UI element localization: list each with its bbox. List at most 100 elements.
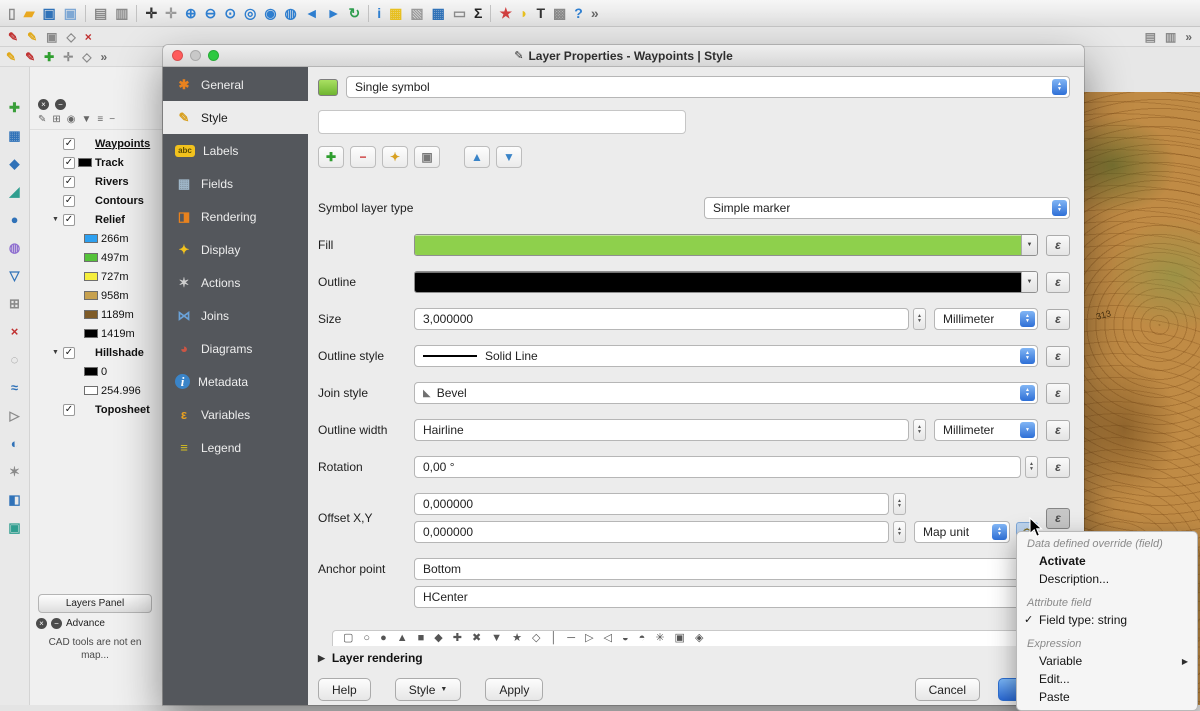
dropdown-arrow-icon[interactable]: ▼: [1021, 235, 1037, 255]
layer-row[interactable]: ▼ ✓ Track: [30, 153, 162, 172]
toolbar-icon[interactable]: »: [591, 6, 599, 20]
menu-item[interactable]: ✓ Expression ▶: [1017, 636, 1197, 652]
symbol-toolbar-button[interactable]: ▲: [464, 146, 490, 168]
join-style-override-button[interactable]: ε: [1046, 383, 1070, 404]
toolbar-icon[interactable]: ▯: [8, 6, 16, 20]
dialog-sidebar-item[interactable]: ✱ General: [163, 68, 308, 101]
toolbar-icon[interactable]: ▤: [1145, 31, 1156, 43]
preset-marker[interactable]: ■: [418, 633, 425, 644]
preset-marker[interactable]: ◓: [639, 633, 646, 644]
toolbar-icon[interactable]: ⊞: [9, 297, 20, 310]
style-menu-button[interactable]: Style ▼: [395, 678, 462, 701]
panel-tool-icon[interactable]: ▼: [82, 115, 92, 125]
size-input[interactable]: 3,000000: [414, 308, 909, 330]
menu-item[interactable]: ✓ Activate ▶: [1017, 552, 1197, 570]
toolbar-icon[interactable]: ▣: [8, 521, 20, 534]
toolbar-icon[interactable]: ◍: [9, 241, 20, 254]
symbol-tree-box[interactable]: [318, 110, 686, 134]
layer-rendering-section[interactable]: ▶ Layer rendering: [318, 651, 1070, 665]
toolbar-icon[interactable]: ▥: [115, 6, 128, 20]
layer-row[interactable]: ▼ ✓ 266m: [30, 229, 162, 248]
rotation-input[interactable]: 0,00 °: [414, 456, 1021, 478]
toolbar-icon[interactable]: ◗: [520, 6, 528, 20]
layer-checkbox[interactable]: ✓: [63, 195, 75, 207]
toolbar-icon[interactable]: [490, 5, 491, 22]
layer-checkbox[interactable]: ✓: [63, 214, 75, 226]
outline-width-override-button[interactable]: ε: [1046, 420, 1070, 441]
dialog-sidebar-item[interactable]: ✎ Style: [163, 101, 308, 134]
spinner-icon[interactable]: ▲▼: [893, 493, 906, 515]
offset-unit-select[interactable]: Map unit ▲▼: [914, 521, 1010, 543]
spinner-icon[interactable]: ▲▼: [913, 419, 926, 441]
outline-width-input[interactable]: Hairline: [414, 419, 909, 441]
dialog-sidebar-item[interactable]: abc Labels: [163, 134, 308, 167]
symbol-toolbar-button[interactable]: ▼: [496, 146, 522, 168]
toolbar-icon[interactable]: ◍: [285, 6, 297, 20]
toolbar-icon[interactable]: [368, 5, 369, 22]
rotation-override-button[interactable]: ε: [1046, 457, 1070, 478]
panel-tool-icon[interactable]: ✎: [38, 115, 46, 125]
expand-arrow-icon[interactable]: ▼: [52, 216, 60, 223]
toolbar-icon[interactable]: ?: [574, 6, 583, 20]
preset-marker[interactable]: ○: [363, 633, 370, 644]
dialog-sidebar-item[interactable]: i Metadata: [163, 365, 308, 398]
outline-style-override-button[interactable]: ε: [1046, 346, 1070, 367]
join-style-select[interactable]: ◣ Bevel ▲▼: [414, 382, 1038, 404]
toolbar-icon[interactable]: »: [100, 51, 107, 63]
layer-row[interactable]: ▼ ✓ 497m: [30, 248, 162, 267]
layer-row[interactable]: ▼ ✓ 1419m: [30, 324, 162, 343]
toolbar-icon[interactable]: ►: [327, 6, 341, 20]
layer-checkbox[interactable]: ✓: [63, 404, 75, 416]
toolbar-icon[interactable]: ✛: [63, 51, 73, 63]
layer-row[interactable]: ▼ ✓ Waypoints: [30, 134, 162, 153]
preset-marker[interactable]: ─: [567, 633, 575, 644]
layer-row[interactable]: ▼ ✓ 727m: [30, 267, 162, 286]
dialog-sidebar-item[interactable]: ✶ Actions: [163, 266, 308, 299]
toolbar-icon[interactable]: ✚: [9, 101, 20, 114]
layer-row[interactable]: ▼ ✓ Rivers: [30, 172, 162, 191]
symbol-toolbar-button[interactable]: −: [350, 146, 376, 168]
toolbar-icon[interactable]: ▤: [94, 6, 107, 20]
dialog-sidebar-item[interactable]: ✦ Display: [163, 233, 308, 266]
layer-row[interactable]: ▼ ✓ 0: [30, 362, 162, 381]
toolbar-icon[interactable]: ▭: [453, 6, 466, 20]
window-control-button[interactable]: [190, 50, 201, 61]
anchor-h-select[interactable]: HCenter ▲▼: [414, 586, 1038, 608]
toolbar-icon[interactable]: ▣: [64, 6, 77, 20]
layer-row[interactable]: ▼ ✓ Relief: [30, 210, 162, 229]
layer-row[interactable]: ▼ ✓ 958m: [30, 286, 162, 305]
panel-undock-icon[interactable]: −: [55, 99, 66, 110]
dialog-sidebar-item[interactable]: ≡ Legend: [163, 431, 308, 464]
help-button[interactable]: Help: [318, 678, 371, 701]
layer-row[interactable]: ▼ ✓ 1189m: [30, 305, 162, 324]
apply-button[interactable]: Apply: [485, 678, 543, 701]
layer-row[interactable]: ▼ ✓ Hillshade: [30, 343, 162, 362]
toolbar-icon[interactable]: ⊕: [185, 6, 197, 20]
offset-override-button[interactable]: ε: [1046, 508, 1070, 529]
disclosure-arrow-icon[interactable]: ▶: [318, 653, 325, 664]
preset-marker[interactable]: ◇: [532, 633, 540, 644]
outline-width-unit-select[interactable]: Millimeter ▼: [934, 419, 1038, 441]
preset-marker[interactable]: ▲: [397, 633, 408, 644]
panel-undock-icon[interactable]: −: [51, 618, 62, 629]
toolbar-icon[interactable]: ≈: [11, 381, 18, 394]
anchor-v-select[interactable]: Bottom ▲▼: [414, 558, 1038, 580]
menu-item[interactable]: ✓ Edit... ▶: [1017, 670, 1197, 688]
menu-item[interactable]: ✓ Data defined override (field) ▶: [1017, 536, 1197, 552]
menu-item[interactable]: ✓ Field type: string ▶: [1017, 611, 1197, 629]
toolbar-icon[interactable]: ▦: [432, 6, 445, 20]
toolbar-icon[interactable]: [136, 5, 137, 22]
toolbar-icon[interactable]: ✚: [44, 51, 54, 63]
preset-marker[interactable]: ◈: [695, 633, 703, 644]
preset-marker[interactable]: ★: [512, 633, 522, 644]
toolbar-icon[interactable]: ▣: [43, 6, 56, 20]
toolbar-icon[interactable]: ◇: [66, 31, 75, 43]
toolbar-icon[interactable]: ×: [85, 31, 92, 43]
cancel-button[interactable]: Cancel: [915, 678, 980, 701]
toolbar-icon[interactable]: ⊙: [224, 6, 236, 20]
symbol-toolbar-button[interactable]: ▣: [414, 146, 440, 168]
size-override-button[interactable]: ε: [1046, 309, 1070, 330]
panel-close-icon[interactable]: ×: [36, 618, 47, 629]
preset-marker[interactable]: ◆: [434, 633, 442, 644]
toolbar-icon[interactable]: ★: [499, 6, 512, 20]
